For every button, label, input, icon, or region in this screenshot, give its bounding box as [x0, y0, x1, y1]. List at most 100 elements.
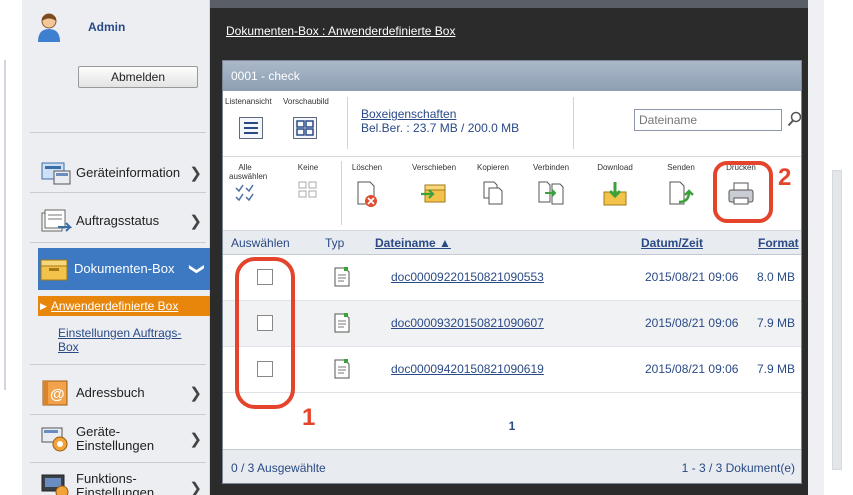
- nav-item-document-box[interactable]: Dokumenten-Box ❯: [38, 248, 210, 290]
- nav-item-device-settings[interactable]: Geräte- Einstellungen ❯: [40, 418, 208, 460]
- copy-button[interactable]: Kopieren: [473, 163, 513, 206]
- highlight-checkboxes: [235, 257, 295, 409]
- col-filename[interactable]: Dateiname ▲: [375, 236, 451, 250]
- callout-2: 2: [778, 164, 792, 191]
- file-size: 7.9 MB: [757, 316, 796, 330]
- chevron-right-icon: ❯: [189, 385, 202, 402]
- file-name-link[interactable]: doc00009420150821090619: [391, 362, 544, 376]
- main-top-bar: [210, 0, 808, 8]
- select-none-label: Keine: [297, 163, 319, 172]
- send-button[interactable]: Senden: [663, 163, 699, 208]
- user-avatar-icon: [38, 13, 60, 42]
- nav-label: Geräte- Einstellungen: [76, 424, 155, 453]
- svg-text:@: @: [50, 386, 65, 403]
- user-name: Admin: [88, 20, 126, 34]
- sub-item-job-box-settings[interactable]: Einstellungen Auftrags-Box: [58, 326, 198, 354]
- table-row: doc00009320150821090607 2015/08/21 09:06…: [223, 301, 801, 347]
- nav-label: Geräteinformation: [76, 165, 181, 180]
- panel-footer: 0 / 3 Ausgewählte 1 - 3 / 3 Dokument(e): [223, 449, 801, 483]
- device-settings-icon: [41, 427, 68, 452]
- nav-item-function-settings[interactable]: Funktions- Einstellungen ❯: [40, 466, 208, 495]
- callout-1: 1: [302, 404, 316, 431]
- thumbnail-view-icon[interactable]: [293, 117, 317, 139]
- filename-search-input[interactable]: [634, 109, 782, 131]
- document-icon: [334, 359, 350, 379]
- chevron-down-icon: ❯: [188, 262, 206, 276]
- copy-icon: [483, 181, 503, 205]
- nav-divider: [30, 364, 206, 365]
- col-datetime[interactable]: Datum/Zeit: [641, 236, 703, 250]
- col-format[interactable]: Format: [758, 236, 799, 250]
- file-size: 8.0 MB: [757, 270, 796, 284]
- file-size: 7.9 MB: [757, 362, 796, 376]
- delete-button[interactable]: Löschen: [351, 163, 383, 208]
- merge-icon: [538, 181, 564, 205]
- col-select: Auswählen: [231, 236, 290, 250]
- table-header: Auswählen Typ Dateiname ▲ Datum/Zeit For…: [223, 231, 801, 255]
- nav-label: Dokumenten-Box: [74, 261, 175, 276]
- panel-title: 0001 - check: [223, 61, 801, 91]
- file-date: 2015/08/21 09:06: [645, 362, 739, 376]
- document-icon: [334, 313, 350, 333]
- select-all-button[interactable]: Alle auswählen: [229, 163, 268, 201]
- address-book-icon: @: [42, 380, 68, 406]
- job-status-icon: [41, 209, 72, 232]
- copy-label: Kopieren: [476, 163, 510, 172]
- chevron-right-icon: ❯: [189, 480, 202, 495]
- thumbnail-view-label: Vorschaubild: [283, 97, 329, 106]
- file-date: 2015/08/21 09:06: [645, 270, 739, 284]
- nav-divider: [30, 462, 206, 463]
- logout-button[interactable]: Abmelden: [78, 66, 198, 88]
- download-label: Download: [597, 163, 633, 172]
- download-button[interactable]: Download: [593, 163, 637, 208]
- file-name-link[interactable]: doc00009220150821090553: [391, 270, 544, 284]
- user-info: Admin: [36, 12, 125, 42]
- move-label: Verschieben: [411, 163, 457, 172]
- table-row: doc00009220150821090553 2015/08/21 09:06…: [223, 255, 801, 301]
- toolbar: Alle auswählen Keine Löschen Verschieben…: [223, 157, 801, 231]
- delete-label: Löschen: [351, 163, 383, 172]
- document-range: 1 - 3 / 3 Dokument(e): [681, 461, 795, 475]
- move-icon: [421, 184, 446, 203]
- device-info-icon: [41, 162, 71, 185]
- list-view-label: Listenansicht: [225, 97, 272, 106]
- nav-item-address-book[interactable]: @ Adressbuch ❯: [40, 372, 208, 414]
- nav-item-device-info[interactable]: Geräteinformation ❯: [40, 152, 208, 194]
- select-none-icon: [298, 181, 317, 198]
- col-type: Typ: [325, 236, 345, 250]
- nav-label: Adressbuch: [76, 385, 145, 400]
- nav-divider: [30, 242, 206, 243]
- select-none-button[interactable]: Keine: [293, 163, 323, 200]
- breadcrumb[interactable]: Dokumenten-Box : Anwenderdefinierte Box: [226, 24, 455, 38]
- search-icon[interactable]: [787, 111, 803, 127]
- scrollbar-track: [808, 0, 824, 495]
- sub-item-custom-box[interactable]: ▶︎ Anwenderdefinierte Box: [38, 296, 210, 316]
- nav-label: Auftragsstatus: [76, 213, 160, 228]
- nav-divider: [30, 414, 206, 415]
- left-edge-strip: [0, 0, 22, 495]
- merge-label: Verbinden: [532, 163, 570, 172]
- nav-divider: [30, 192, 206, 193]
- download-icon: [603, 182, 627, 206]
- select-all-icon: [235, 184, 254, 201]
- divider: [347, 97, 348, 149]
- chevron-right-icon: ❯: [189, 213, 202, 230]
- move-button[interactable]: Verschieben: [407, 163, 461, 206]
- box-properties-link[interactable]: Boxeigenschaften: [361, 107, 456, 121]
- list-view-icon[interactable]: [239, 117, 263, 139]
- view-bar: Listenansicht Vorschaubild Boxeigenschaf…: [223, 91, 803, 157]
- highlight-print: [713, 161, 773, 223]
- nav-item-job-status[interactable]: Auftragsstatus ❯: [40, 200, 208, 242]
- send-icon: [669, 181, 694, 205]
- select-all-label: Alle auswählen: [229, 163, 268, 181]
- chevron-right-icon: ❯: [189, 165, 202, 182]
- divider: [341, 161, 342, 225]
- file-name-link[interactable]: doc00009320150821090607: [391, 316, 544, 330]
- merge-button[interactable]: Verbinden: [529, 163, 573, 206]
- document-icon: [334, 267, 350, 287]
- scrollbar-thumb[interactable]: [832, 170, 842, 470]
- sidebar: Admin Abmelden Geräteinformation ❯ Auftr…: [22, 0, 210, 495]
- table-row: doc00009420150821090619 2015/08/21 09:06…: [223, 347, 801, 393]
- edge-rule: [4, 60, 6, 390]
- selection-count: 0 / 3 Ausgewählte: [231, 461, 326, 475]
